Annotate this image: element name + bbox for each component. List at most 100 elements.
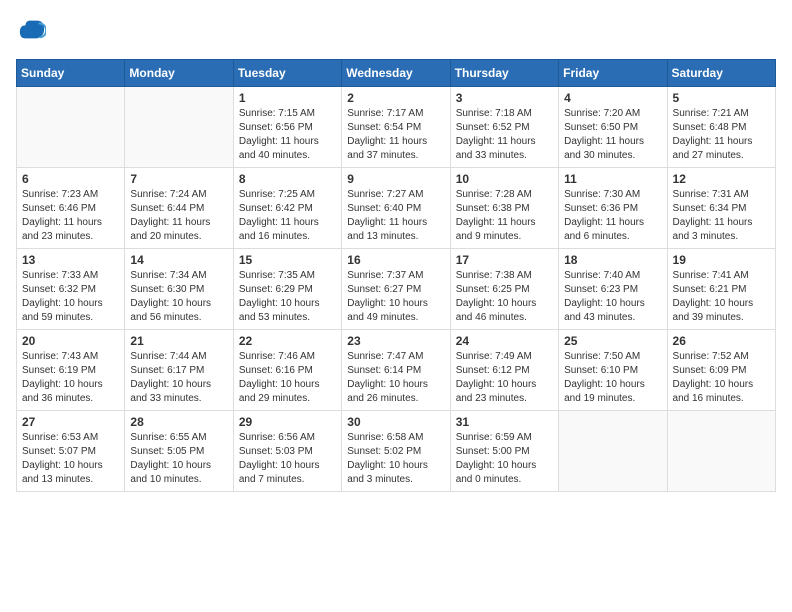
day-info: Sunrise: 7:23 AM Sunset: 6:46 PM Dayligh… <box>22 188 119 244</box>
calendar-cell: 4 Sunrise: 7:20 AM Sunset: 6:50 PM Daylig… <box>559 87 667 168</box>
day-info: Sunrise: 7:38 AM Sunset: 6:25 PM Dayligh… <box>456 269 553 325</box>
day-info: Sunrise: 7:28 AM Sunset: 6:38 PM Dayligh… <box>456 188 553 244</box>
calendar-table: SundayMondayTuesdayWednesdayThursdayFrid… <box>16 59 776 492</box>
day-number: 18 <box>564 253 661 267</box>
day-info: Sunrise: 7:31 AM Sunset: 6:34 PM Dayligh… <box>673 188 770 244</box>
day-info: Sunrise: 6:53 AM Sunset: 5:07 PM Dayligh… <box>22 431 119 487</box>
day-number: 23 <box>347 334 444 348</box>
day-info: Sunrise: 7:17 AM Sunset: 6:54 PM Dayligh… <box>347 107 444 163</box>
calendar-cell <box>667 411 775 492</box>
day-number: 9 <box>347 172 444 186</box>
day-number: 25 <box>564 334 661 348</box>
day-info: Sunrise: 7:40 AM Sunset: 6:23 PM Dayligh… <box>564 269 661 325</box>
calendar-cell: 20 Sunrise: 7:43 AM Sunset: 6:19 PM Dayli… <box>17 330 125 411</box>
day-info: Sunrise: 7:35 AM Sunset: 6:29 PM Dayligh… <box>239 269 336 325</box>
day-info: Sunrise: 6:58 AM Sunset: 5:02 PM Dayligh… <box>347 431 444 487</box>
day-number: 29 <box>239 415 336 429</box>
page-header <box>16 16 776 49</box>
day-number: 4 <box>564 91 661 105</box>
day-info: Sunrise: 7:15 AM Sunset: 6:56 PM Dayligh… <box>239 107 336 163</box>
weekday-header-saturday: Saturday <box>667 60 775 87</box>
day-number: 28 <box>130 415 227 429</box>
day-number: 16 <box>347 253 444 267</box>
day-number: 14 <box>130 253 227 267</box>
day-info: Sunrise: 7:50 AM Sunset: 6:10 PM Dayligh… <box>564 350 661 406</box>
calendar-cell: 17 Sunrise: 7:38 AM Sunset: 6:25 PM Dayli… <box>450 249 558 330</box>
day-info: Sunrise: 7:20 AM Sunset: 6:50 PM Dayligh… <box>564 107 661 163</box>
calendar-week-row: 20 Sunrise: 7:43 AM Sunset: 6:19 PM Dayli… <box>17 330 776 411</box>
calendar-cell: 15 Sunrise: 7:35 AM Sunset: 6:29 PM Dayli… <box>233 249 341 330</box>
calendar-cell: 18 Sunrise: 7:40 AM Sunset: 6:23 PM Dayli… <box>559 249 667 330</box>
calendar-cell: 24 Sunrise: 7:49 AM Sunset: 6:12 PM Dayli… <box>450 330 558 411</box>
calendar-cell: 10 Sunrise: 7:28 AM Sunset: 6:38 PM Dayli… <box>450 168 558 249</box>
logo <box>16 16 46 49</box>
calendar-cell <box>17 87 125 168</box>
calendar-cell: 9 Sunrise: 7:27 AM Sunset: 6:40 PM Daylig… <box>342 168 450 249</box>
day-number: 7 <box>130 172 227 186</box>
weekday-header-sunday: Sunday <box>17 60 125 87</box>
calendar-cell: 1 Sunrise: 7:15 AM Sunset: 6:56 PM Daylig… <box>233 87 341 168</box>
day-number: 1 <box>239 91 336 105</box>
day-number: 27 <box>22 415 119 429</box>
logo-icon <box>18 16 46 44</box>
day-info: Sunrise: 6:55 AM Sunset: 5:05 PM Dayligh… <box>130 431 227 487</box>
calendar-week-row: 1 Sunrise: 7:15 AM Sunset: 6:56 PM Daylig… <box>17 87 776 168</box>
calendar-cell: 26 Sunrise: 7:52 AM Sunset: 6:09 PM Dayli… <box>667 330 775 411</box>
day-info: Sunrise: 7:34 AM Sunset: 6:30 PM Dayligh… <box>130 269 227 325</box>
day-number: 11 <box>564 172 661 186</box>
day-number: 21 <box>130 334 227 348</box>
day-number: 17 <box>456 253 553 267</box>
day-info: Sunrise: 7:37 AM Sunset: 6:27 PM Dayligh… <box>347 269 444 325</box>
day-info: Sunrise: 7:41 AM Sunset: 6:21 PM Dayligh… <box>673 269 770 325</box>
day-info: Sunrise: 7:18 AM Sunset: 6:52 PM Dayligh… <box>456 107 553 163</box>
calendar-header-row: SundayMondayTuesdayWednesdayThursdayFrid… <box>17 60 776 87</box>
weekday-header-monday: Monday <box>125 60 233 87</box>
calendar-cell: 28 Sunrise: 6:55 AM Sunset: 5:05 PM Dayli… <box>125 411 233 492</box>
weekday-header-wednesday: Wednesday <box>342 60 450 87</box>
calendar-cell: 16 Sunrise: 7:37 AM Sunset: 6:27 PM Dayli… <box>342 249 450 330</box>
day-number: 3 <box>456 91 553 105</box>
calendar-cell: 7 Sunrise: 7:24 AM Sunset: 6:44 PM Daylig… <box>125 168 233 249</box>
day-info: Sunrise: 7:47 AM Sunset: 6:14 PM Dayligh… <box>347 350 444 406</box>
day-number: 19 <box>673 253 770 267</box>
calendar-cell: 14 Sunrise: 7:34 AM Sunset: 6:30 PM Dayli… <box>125 249 233 330</box>
day-info: Sunrise: 6:56 AM Sunset: 5:03 PM Dayligh… <box>239 431 336 487</box>
day-number: 30 <box>347 415 444 429</box>
day-number: 20 <box>22 334 119 348</box>
calendar-cell: 25 Sunrise: 7:50 AM Sunset: 6:10 PM Dayli… <box>559 330 667 411</box>
calendar-week-row: 6 Sunrise: 7:23 AM Sunset: 6:46 PM Daylig… <box>17 168 776 249</box>
day-info: Sunrise: 6:59 AM Sunset: 5:00 PM Dayligh… <box>456 431 553 487</box>
day-info: Sunrise: 7:33 AM Sunset: 6:32 PM Dayligh… <box>22 269 119 325</box>
calendar-cell: 12Sunrise: 7:31 AM Sunset: 6:34 PM Dayli… <box>667 168 775 249</box>
calendar-week-row: 13 Sunrise: 7:33 AM Sunset: 6:32 PM Dayli… <box>17 249 776 330</box>
calendar-cell: 5Sunrise: 7:21 AM Sunset: 6:48 PM Daylig… <box>667 87 775 168</box>
calendar-week-row: 27 Sunrise: 6:53 AM Sunset: 5:07 PM Dayli… <box>17 411 776 492</box>
calendar-cell: 29 Sunrise: 6:56 AM Sunset: 5:03 PM Dayli… <box>233 411 341 492</box>
day-number: 8 <box>239 172 336 186</box>
day-info: Sunrise: 7:25 AM Sunset: 6:42 PM Dayligh… <box>239 188 336 244</box>
calendar-cell: 23 Sunrise: 7:47 AM Sunset: 6:14 PM Dayli… <box>342 330 450 411</box>
calendar-cell: 3 Sunrise: 7:18 AM Sunset: 6:52 PM Daylig… <box>450 87 558 168</box>
day-info: Sunrise: 7:24 AM Sunset: 6:44 PM Dayligh… <box>130 188 227 244</box>
calendar-cell: 21Sunrise: 7:44 AM Sunset: 6:17 PM Dayli… <box>125 330 233 411</box>
day-info: Sunrise: 7:30 AM Sunset: 6:36 PM Dayligh… <box>564 188 661 244</box>
day-number: 26 <box>673 334 770 348</box>
day-number: 10 <box>456 172 553 186</box>
day-number: 5 <box>673 91 770 105</box>
day-info: Sunrise: 7:52 AM Sunset: 6:09 PM Dayligh… <box>673 350 770 406</box>
day-info: Sunrise: 7:27 AM Sunset: 6:40 PM Dayligh… <box>347 188 444 244</box>
day-number: 24 <box>456 334 553 348</box>
day-info: Sunrise: 7:43 AM Sunset: 6:19 PM Dayligh… <box>22 350 119 406</box>
day-number: 22 <box>239 334 336 348</box>
day-number: 6 <box>22 172 119 186</box>
day-info: Sunrise: 7:49 AM Sunset: 6:12 PM Dayligh… <box>456 350 553 406</box>
day-number: 15 <box>239 253 336 267</box>
calendar-cell: 13 Sunrise: 7:33 AM Sunset: 6:32 PM Dayli… <box>17 249 125 330</box>
calendar-cell <box>559 411 667 492</box>
calendar-cell: 6 Sunrise: 7:23 AM Sunset: 6:46 PM Daylig… <box>17 168 125 249</box>
calendar-cell: 8 Sunrise: 7:25 AM Sunset: 6:42 PM Daylig… <box>233 168 341 249</box>
day-number: 13 <box>22 253 119 267</box>
calendar-cell: 27 Sunrise: 6:53 AM Sunset: 5:07 PM Dayli… <box>17 411 125 492</box>
calendar-cell: 2Sunrise: 7:17 AM Sunset: 6:54 PM Daylig… <box>342 87 450 168</box>
weekday-header-friday: Friday <box>559 60 667 87</box>
